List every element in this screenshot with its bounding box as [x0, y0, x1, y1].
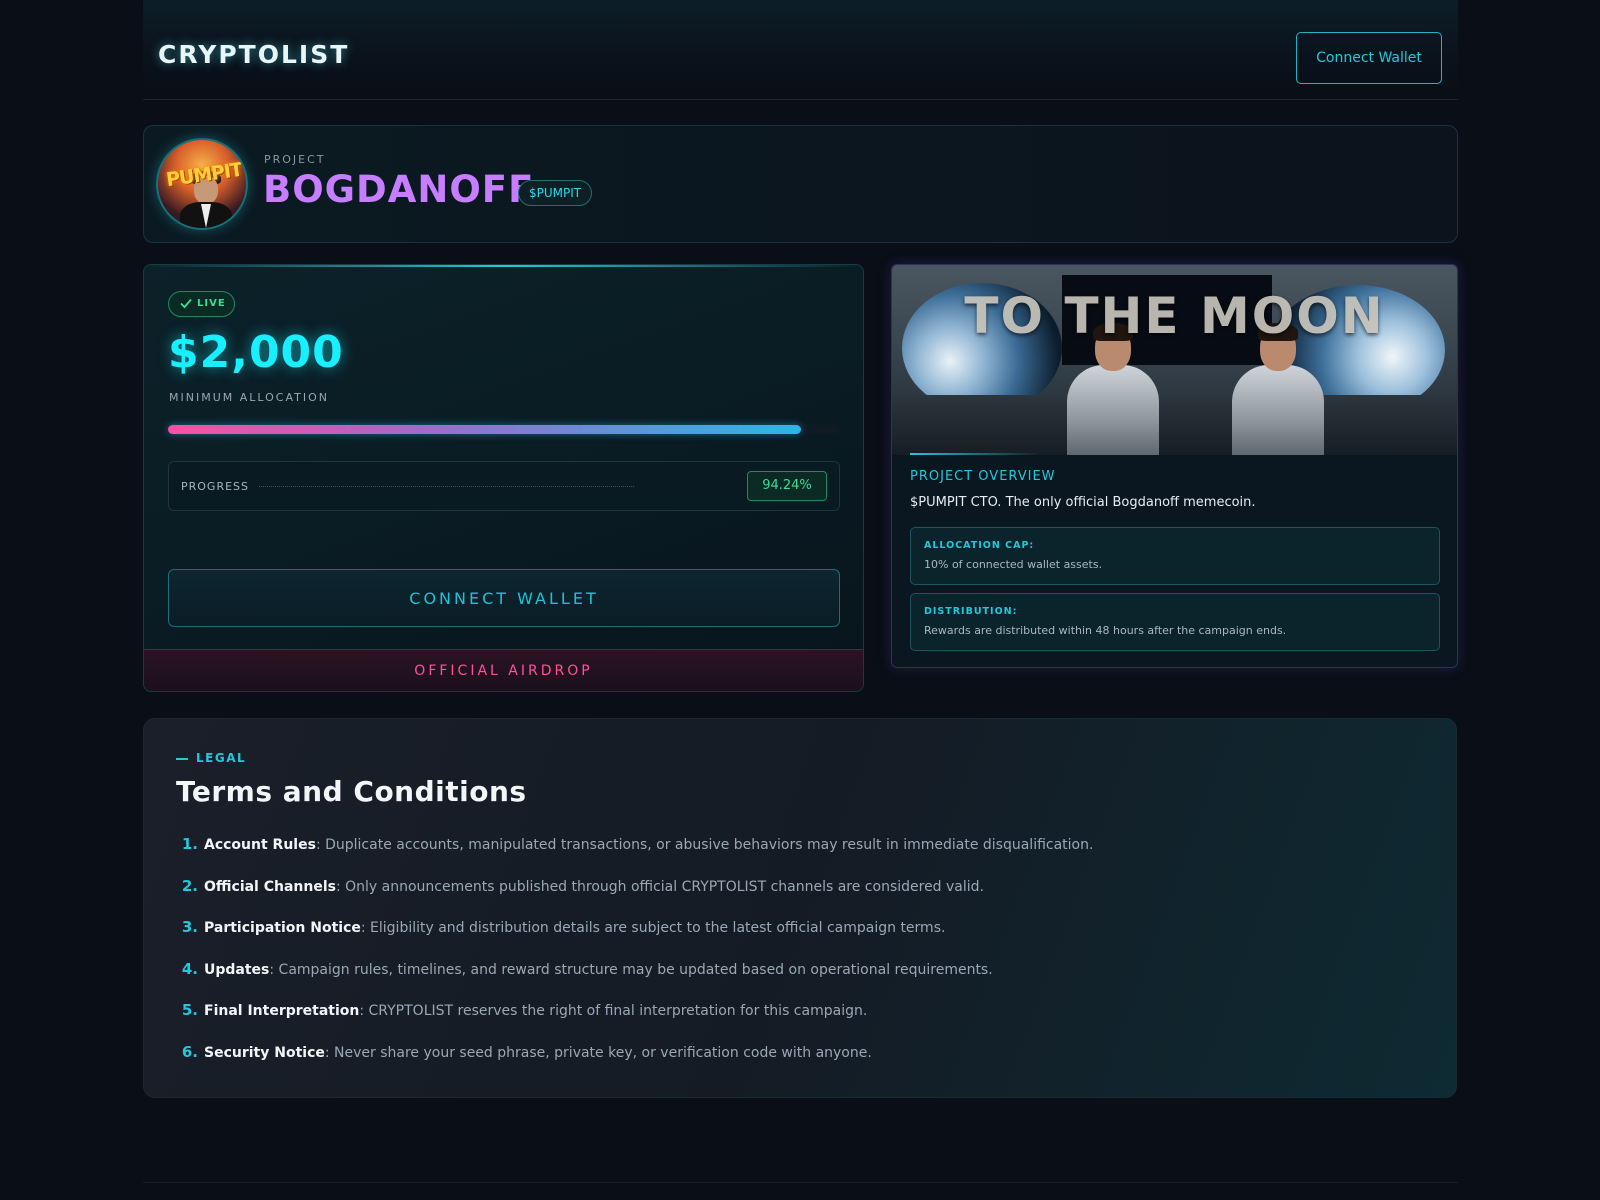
official-airdrop-banner: OFFICIAL AIRDROP: [144, 649, 863, 691]
top-header: CRYPTOLIST Connect Wallet: [143, 0, 1458, 100]
page-container: CRYPTOLIST Connect Wallet PUMPIT PROJECT…: [143, 0, 1458, 1183]
allocation-cap-label: ALLOCATION CAP:: [924, 540, 1035, 551]
term-item: 1. Account Rules: Duplicate accounts, man…: [181, 835, 1094, 853]
term-item: 5. Final Interpretation: CRYPTOLIST reser…: [181, 1001, 868, 1019]
terms-title: Terms and Conditions: [176, 775, 527, 808]
project-label: PROJECT: [264, 153, 326, 166]
legal-section: LEGAL Terms and Conditions 1. Account Rul…: [143, 718, 1457, 1098]
progress-divider: [259, 486, 634, 487]
project-card: PUMPIT PROJECT BOGDANOFF $PUMPIT: [143, 125, 1458, 243]
progress-bar-fill: [168, 425, 802, 434]
header-connect-wallet-button[interactable]: Connect Wallet: [1296, 32, 1442, 84]
brand-logo[interactable]: CRYPTOLIST: [158, 40, 349, 69]
footer-divider: [143, 1182, 1458, 1183]
hero-title: TO THE MOON: [964, 287, 1385, 345]
distribution-box: DISTRIBUTION: Rewards are distributed wi…: [910, 593, 1440, 651]
legal-tag: LEGAL: [176, 751, 246, 765]
progress-label: PROGRESS: [181, 480, 250, 493]
allocation-amount: $2,000: [168, 327, 344, 378]
distribution-value: Rewards are distributed within 48 hours …: [924, 624, 1287, 637]
term-item: 3. Participation Notice: Eligibility and …: [181, 918, 946, 936]
term-item: 4. Updates: Campaign rules, timelines, an…: [181, 959, 993, 978]
allocation-cap-value: 10% of connected wallet assets.: [924, 558, 1103, 571]
live-label: LIVE: [197, 298, 226, 309]
terms-list: 1. Account Rules: Duplicate accounts, man…: [176, 835, 1416, 1084]
term-item: 6. Security Notice: Never share your seed…: [181, 1042, 872, 1061]
term-item: 2. Official Channels: Only announcements …: [181, 876, 985, 895]
overview-description: $PUMPIT CTO. The only official Bogdanoff…: [910, 495, 1256, 510]
project-avatar: PUMPIT: [156, 138, 248, 230]
live-badge: LIVE: [168, 291, 235, 317]
progress-box: PROGRESS 94.24%: [168, 461, 840, 511]
ticker-badge: $PUMPIT: [518, 180, 593, 206]
progress-bar: [168, 425, 840, 434]
overview-heading: PROJECT OVERVIEW: [910, 469, 1056, 484]
astronaut-left: [1067, 323, 1159, 455]
project-overview-card: TO THE MOON PROJECT OVERVIEW $PUMPIT CTO…: [891, 264, 1458, 668]
allocation-cap-box: ALLOCATION CAP: 10% of connected wallet …: [910, 527, 1440, 585]
hero-image: TO THE MOON: [892, 265, 1457, 455]
astronaut-right: [1232, 323, 1324, 455]
campaign-card: LIVE $2,000 MINIMUM ALLOCATION PROGRESS …: [143, 264, 864, 692]
progress-value: 94.24%: [747, 471, 827, 501]
project-name: BOGDANOFF: [263, 168, 535, 211]
connect-wallet-button[interactable]: CONNECT WALLET: [168, 569, 840, 627]
distribution-label: DISTRIBUTION:: [924, 606, 1018, 617]
check-icon: [180, 298, 192, 309]
allocation-label: MINIMUM ALLOCATION: [169, 391, 329, 404]
